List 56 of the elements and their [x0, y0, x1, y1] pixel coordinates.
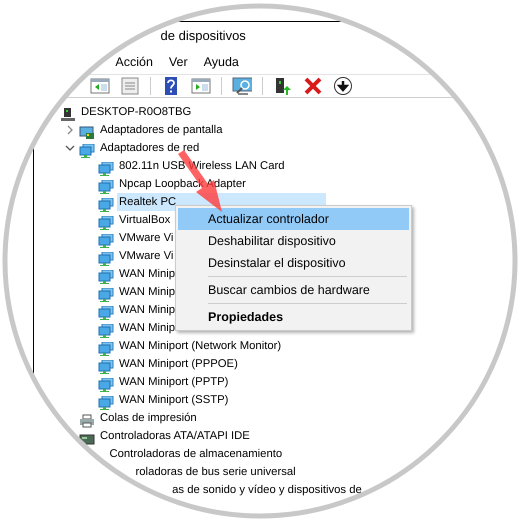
- window-forward-icon[interactable]: [191, 76, 211, 96]
- monitor-search-icon[interactable]: [232, 76, 252, 96]
- tree-item[interactable]: Colas de impresión: [98, 409, 199, 427]
- network-monitor-icon: [98, 342, 114, 356]
- tree-item[interactable]: Controladoras de almacenamiento: [107, 445, 284, 463]
- network-monitor-icon: [79, 144, 95, 158]
- tree-item[interactable]: Controladoras ATA/ATAPI IDE: [98, 427, 252, 445]
- computer-upload-icon[interactable]: [273, 76, 293, 96]
- tree-item[interactable]: roladoras de bus serie universal: [134, 463, 298, 481]
- tree-item[interactable]: DESKTOP-R0O8TBG: [79, 103, 194, 121]
- tree-item[interactable]: WAN Miniport (PPPOE): [117, 355, 240, 373]
- chevron-down-icon[interactable]: [65, 143, 75, 153]
- computer-icon: [60, 108, 76, 122]
- download-icon[interactable]: [333, 76, 353, 96]
- tree-item[interactable]: Adaptadores de pantalla: [98, 121, 224, 139]
- remove-icon[interactable]: [303, 76, 323, 96]
- window-title: de dispositivos: [160, 27, 246, 46]
- tree-item[interactable]: WAN Minip: [117, 301, 178, 319]
- network-monitor-icon: [98, 270, 114, 284]
- network-monitor-icon: [98, 288, 114, 302]
- menu-item[interactable]: Deshabilitar dispositivo: [178, 230, 409, 252]
- printer-icon: [79, 414, 95, 428]
- window-back-icon[interactable]: [90, 76, 110, 96]
- tree-item[interactable]: as de sonido y vídeo y dispositivos de: [170, 481, 364, 499]
- properties-icon[interactable]: [120, 76, 140, 96]
- menu-item[interactable]: Propiedades: [178, 306, 409, 328]
- menu-item[interactable]: Ver: [168, 52, 188, 72]
- tree-item[interactable]: WAN Miniport (PPTP): [117, 373, 230, 391]
- chevron-right-icon[interactable]: [65, 125, 75, 135]
- tree-item[interactable]: VMware Vi: [117, 247, 176, 265]
- tree-item[interactable]: VirtualBox: [117, 211, 172, 229]
- menu-item[interactable]: Desinstalar el dispositivo: [178, 252, 409, 274]
- tree-item[interactable]: WAN Miniport (SSTP): [117, 391, 230, 409]
- network-monitor-icon: [98, 234, 114, 248]
- network-monitor-icon: [98, 198, 114, 212]
- network-monitor-icon: [98, 360, 114, 374]
- network-monitor-icon: [98, 180, 114, 194]
- network-monitor-icon: [98, 216, 114, 230]
- network-monitor-icon: [98, 162, 114, 176]
- tree-item[interactable]: WAN Minip: [117, 265, 178, 283]
- tree-item[interactable]: Adaptadores de red: [98, 139, 202, 157]
- network-monitor-icon: [98, 324, 114, 338]
- menu-item[interactable]: Buscar cambios de hardware: [178, 279, 409, 301]
- network-monitor-icon: [98, 306, 114, 320]
- tree-item[interactable]: WAN Miniport (Network Monitor): [117, 337, 284, 355]
- tree-item[interactable]: WAN Minip: [117, 283, 178, 301]
- tree-item[interactable]: WAN Minip: [117, 319, 178, 337]
- network-monitor-icon: [98, 396, 114, 410]
- network-monitor-icon: [98, 252, 114, 266]
- menu-item[interactable]: Actualizar controlador: [178, 208, 409, 230]
- menu-item[interactable]: Ayuda: [204, 52, 239, 72]
- tree-item[interactable]: VMware Vi: [117, 229, 176, 247]
- drive-icon: [79, 432, 95, 446]
- network-monitor-icon: [98, 378, 114, 392]
- menu-item[interactable]: Acción: [115, 52, 153, 72]
- display-card-icon: [79, 126, 95, 140]
